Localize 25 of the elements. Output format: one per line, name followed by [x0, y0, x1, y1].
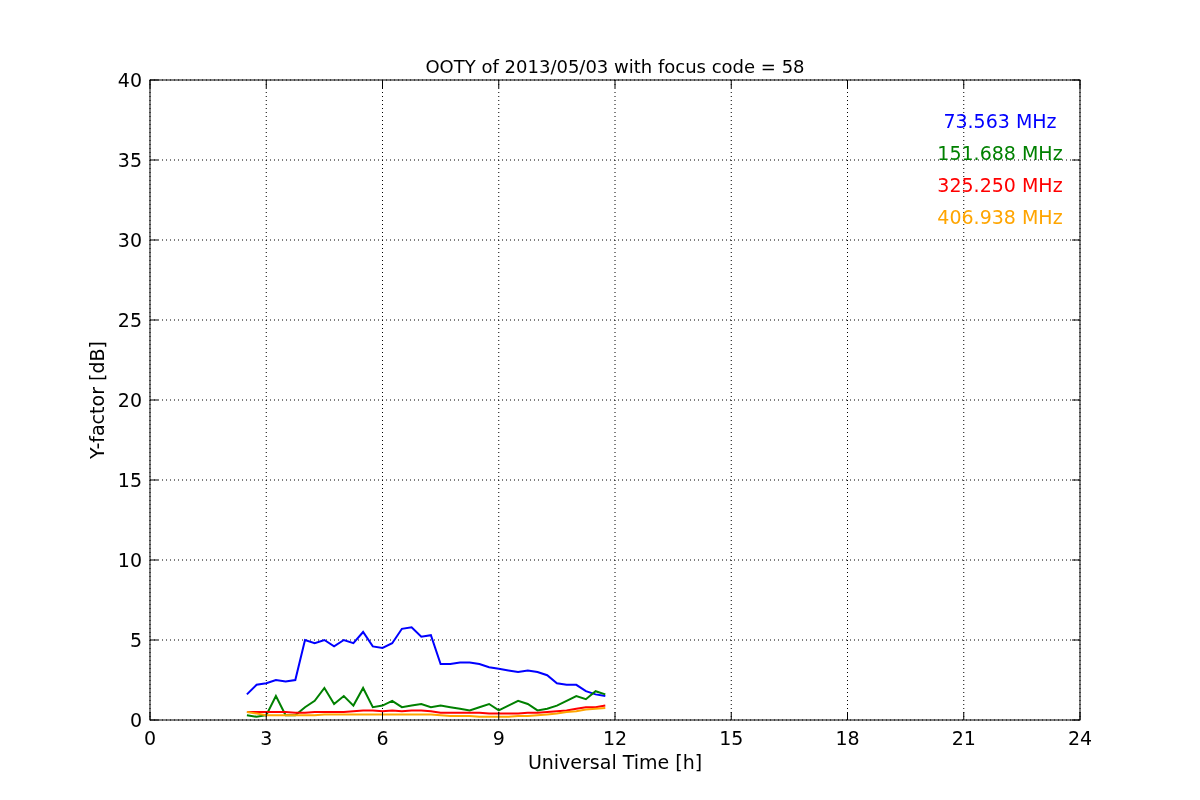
x-tick-label: 24	[1067, 727, 1093, 749]
x-tick-label: 6	[376, 727, 389, 749]
x-tick-label: 3	[260, 727, 273, 749]
x-tick-label: 0	[143, 727, 157, 749]
x-tick-label: 12	[602, 727, 628, 749]
y-tick-label: 15	[117, 469, 142, 491]
x-axis-title: Universal Time [h]	[527, 751, 703, 773]
y-tick-label: 20	[117, 389, 142, 411]
y-tick-label: 30	[117, 229, 142, 251]
chart-title: OOTY of 2013/05/03 with focus code = 58	[425, 56, 805, 77]
y-tick-label: 40	[117, 69, 142, 91]
y-tick-label: 5	[129, 629, 142, 651]
y-tick-label: 10	[117, 549, 142, 571]
x-tick-label: 18	[835, 727, 860, 749]
legend-label: 73.563 MHz	[943, 110, 1057, 132]
legend-label: 406.938 MHz	[937, 206, 1063, 228]
x-tick-label: 9	[492, 727, 505, 749]
legend-label: 151.688 MHz	[937, 142, 1063, 164]
y-tick-label: 35	[117, 149, 142, 171]
x-tick-label: 15	[719, 727, 744, 749]
x-tick-label: 21	[951, 727, 976, 749]
y-axis-title: Y-factor [dB]	[86, 341, 108, 459]
y-tick-label: 0	[129, 709, 142, 731]
y-tick-label: 25	[117, 309, 142, 331]
legend-label: 325.250 MHz	[937, 174, 1063, 196]
